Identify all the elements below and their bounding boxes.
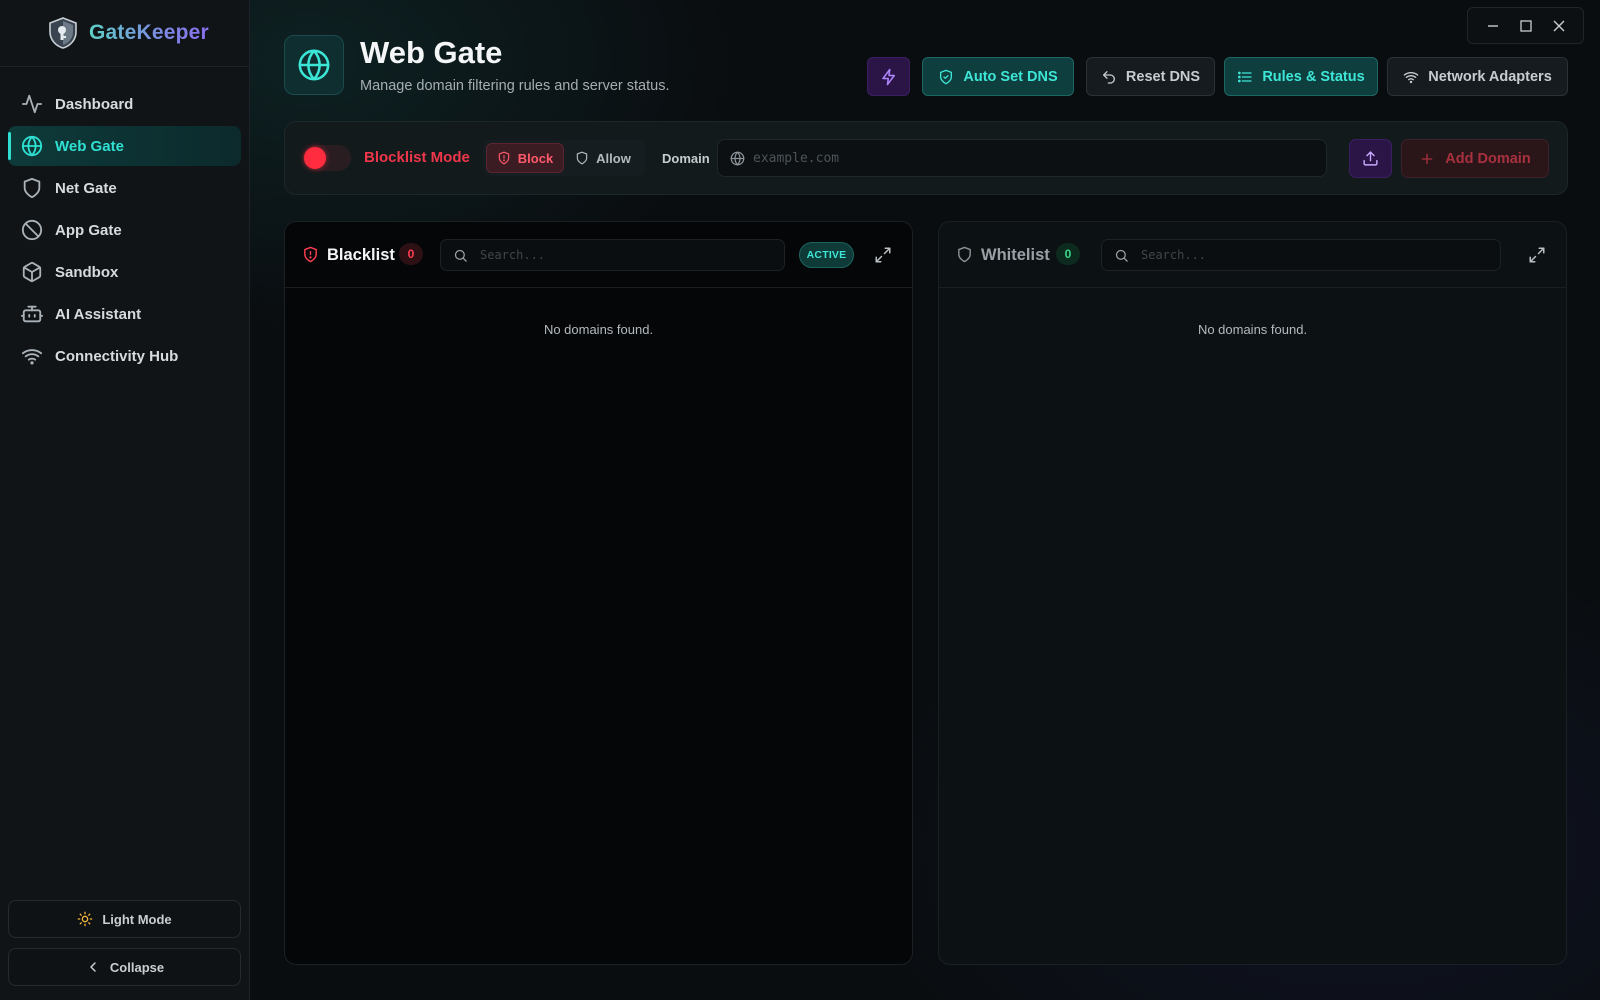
- globe-icon: [21, 135, 43, 157]
- sidebar-item-label: Connectivity Hub: [55, 347, 179, 365]
- toggle-knob: [304, 147, 326, 169]
- whitelist-search: [1101, 239, 1501, 271]
- globe-icon: [297, 48, 331, 82]
- sidebar-item-ai-assistant[interactable]: AI Assistant: [8, 294, 241, 334]
- list-icon: [1237, 69, 1253, 85]
- search-icon: [453, 248, 468, 263]
- mode-label: Blocklist Mode: [364, 149, 470, 166]
- page-title: Web Gate: [360, 35, 503, 70]
- whitelist-count-badge: 0: [1056, 243, 1080, 265]
- app-name: GateKeeper: [89, 21, 209, 44]
- wifi-icon: [21, 345, 43, 367]
- page-icon: [284, 35, 344, 95]
- import-button[interactable]: [1349, 139, 1392, 178]
- undo-icon: [1101, 69, 1117, 85]
- sidebar-item-label: Sandbox: [55, 263, 119, 281]
- upload-icon: [1362, 150, 1379, 167]
- shield-icon: [21, 177, 43, 199]
- light-mode-button[interactable]: Light Mode: [8, 900, 241, 938]
- shield-check-icon: [938, 69, 954, 85]
- collapse-label: Collapse: [109, 959, 165, 975]
- network-adapters-label: Network Adapters: [1428, 68, 1552, 85]
- wifi-icon: [1403, 69, 1419, 85]
- maximize-icon[interactable]: [1519, 19, 1533, 33]
- shield-icon: [575, 151, 589, 165]
- allow-button[interactable]: Allow: [564, 143, 642, 173]
- whitelist-empty-message: No domains found.: [1197, 322, 1308, 337]
- sidebar-item-label: Dashboard: [55, 95, 134, 113]
- blacklist-panel: Blacklist 0 ACTIVE No domains found.: [284, 221, 913, 965]
- activity-icon: [21, 93, 43, 115]
- active-status-badge: ACTIVE: [799, 242, 854, 268]
- globe-icon: [730, 150, 745, 166]
- sidebar-item-connectivity-hub[interactable]: Connectivity Hub: [8, 336, 241, 376]
- add-domain-button[interactable]: Add Domain: [1401, 139, 1549, 178]
- close-icon[interactable]: [1552, 19, 1566, 33]
- box-icon: [21, 261, 43, 283]
- shield-icon: [956, 246, 973, 263]
- sidebar-item-net-gate[interactable]: Net Gate: [8, 168, 241, 208]
- auto-set-dns-label: Auto Set DNS: [963, 68, 1058, 85]
- sidebar-item-label: Net Gate: [55, 179, 117, 197]
- domain-field: [717, 139, 1327, 177]
- ban-icon: [21, 219, 43, 241]
- sidebar-nav: Dashboard Web Gate Net Gate App Gate San…: [8, 84, 241, 378]
- blacklist-count-badge: 0: [399, 243, 423, 265]
- search-icon: [1114, 248, 1129, 263]
- sidebar-item-label: App Gate: [55, 221, 122, 239]
- whitelist-panel: Whitelist 0 No domains found.: [938, 221, 1567, 965]
- block-button[interactable]: Block: [486, 143, 564, 173]
- blacklist-empty-message: No domains found.: [543, 322, 654, 337]
- brand[interactable]: GateKeeper: [0, 0, 249, 67]
- reset-dns-label: Reset DNS: [1125, 68, 1201, 85]
- whitelist-title: Whitelist: [981, 246, 1050, 264]
- auto-set-dns-button[interactable]: Auto Set DNS: [922, 57, 1074, 96]
- domain-control-bar: Blocklist Mode Block Allow Domain exampl…: [284, 121, 1568, 195]
- rules-status-label: Rules & Status: [1262, 68, 1365, 85]
- rules-status-button[interactable]: Rules & Status: [1224, 57, 1378, 96]
- sidebar-item-label: Web Gate: [55, 137, 124, 155]
- minimize-icon[interactable]: [1486, 19, 1500, 33]
- page-subtitle: Manage domain filtering rules and server…: [360, 78, 670, 94]
- action-segmented-control: Block Allow: [483, 140, 645, 176]
- sidebar-item-dashboard[interactable]: Dashboard: [8, 84, 241, 124]
- add-domain-label: Add Domain: [1445, 150, 1531, 167]
- light-mode-label: Light Mode: [102, 911, 172, 927]
- expand-icon[interactable]: [1528, 246, 1546, 264]
- block-label: Block: [517, 150, 554, 166]
- blocklist-mode-toggle[interactable]: [303, 145, 351, 171]
- blacklist-search-input[interactable]: [480, 248, 730, 262]
- quick-action-button[interactable]: [867, 57, 910, 96]
- sidebar-item-sandbox[interactable]: Sandbox: [8, 252, 241, 292]
- whitelist-search-input[interactable]: [1141, 248, 1391, 262]
- domain-input[interactable]: [753, 150, 1313, 166]
- zap-icon: [880, 68, 898, 86]
- window-controls: [1467, 7, 1584, 44]
- blacklist-header: Blacklist 0 ACTIVE: [285, 222, 912, 288]
- network-adapters-button[interactable]: Network Adapters: [1387, 57, 1568, 96]
- reset-dns-button[interactable]: Reset DNS: [1086, 57, 1215, 96]
- sidebar-item-app-gate[interactable]: App Gate: [8, 210, 241, 250]
- sun-icon: [77, 911, 93, 927]
- expand-icon[interactable]: [874, 246, 892, 264]
- bot-icon: [21, 303, 43, 325]
- blacklist-search: [440, 239, 785, 271]
- blacklist-title: Blacklist: [327, 246, 395, 264]
- domain-label: Domain: [662, 151, 710, 166]
- sidebar-item-label: AI Assistant: [55, 305, 142, 323]
- shield-alert-icon: [497, 151, 511, 165]
- main-content: Web Gate Manage domain filtering rules a…: [250, 0, 1600, 1000]
- collapse-button[interactable]: Collapse: [8, 948, 241, 986]
- sidebar: GateKeeper Dashboard Web Gate Net Gate A…: [0, 0, 250, 1000]
- plus-icon: [1419, 151, 1435, 167]
- sidebar-item-web-gate[interactable]: Web Gate: [8, 126, 241, 166]
- whitelist-header: Whitelist 0: [939, 222, 1566, 288]
- chevron-left-icon: [85, 959, 101, 975]
- shield-alert-icon: [302, 246, 319, 263]
- shield-logo-icon: [48, 17, 78, 49]
- allow-label: Allow: [596, 150, 631, 166]
